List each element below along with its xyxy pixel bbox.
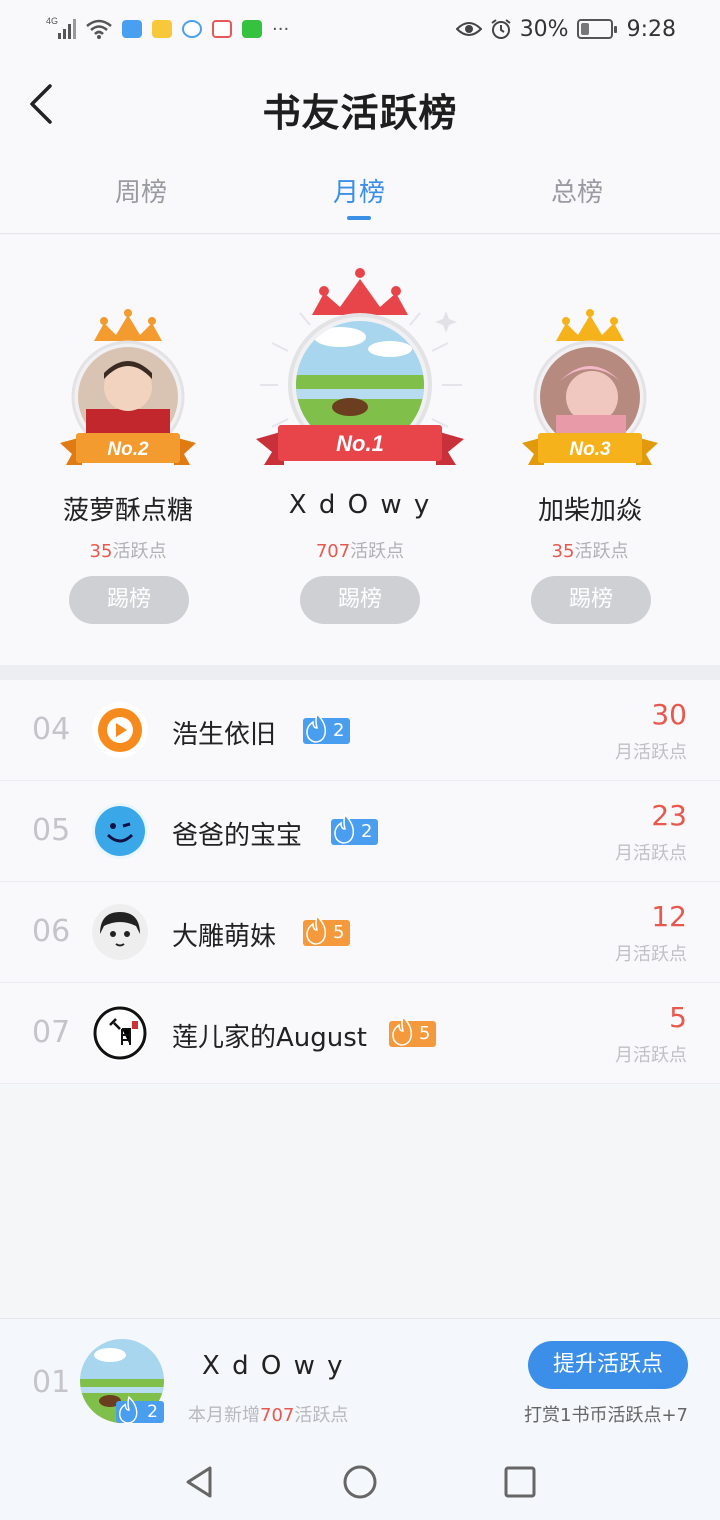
sparkle-icon xyxy=(435,311,457,333)
flame-icon xyxy=(306,914,327,945)
avatar xyxy=(92,702,148,758)
my-monthly-points: 本月新增707活跃点 xyxy=(188,1405,349,1426)
rank-badge-label: No.1 xyxy=(336,431,384,456)
svg-text:4G: 4G xyxy=(46,16,58,26)
activity-score: 12 xyxy=(651,900,687,933)
score-label: 月活跃点 xyxy=(615,742,687,763)
more-notifications-icon: ··· xyxy=(272,18,290,40)
crown-avatar-frame-first: No.1 xyxy=(256,268,464,465)
rank-badge-label: No.3 xyxy=(569,439,611,460)
kick-button-first[interactable]: 踢榜 xyxy=(300,576,420,624)
podium-first: No.1 X d O w y 707活跃点 踢榜 xyxy=(240,235,480,665)
rank-number: 04 xyxy=(32,712,71,747)
podium-name: 加柴加焱 xyxy=(537,496,642,526)
podium-third: No.3 加柴加焱 35活跃点 踢榜 xyxy=(470,235,710,665)
ranking-row[interactable]: 07 莲儿家的August 5 5 月活跃点 xyxy=(0,983,720,1084)
iqiyi-app-icon xyxy=(242,20,262,38)
activity-score: 30 xyxy=(651,698,687,731)
user-name: 爸爸的宝宝 xyxy=(172,821,303,851)
browser-app-icon xyxy=(182,20,202,38)
avatar xyxy=(92,1005,148,1061)
page-title: 书友活跃榜 xyxy=(262,90,458,135)
square-recents-icon xyxy=(504,1466,536,1498)
user-name: 莲儿家的August xyxy=(172,1023,367,1053)
crown-avatar-frame-second: No.2 xyxy=(60,309,196,465)
my-level-badge: 2 xyxy=(116,1395,164,1424)
rank-number: 06 xyxy=(32,914,71,949)
my-rank-bar: 01 2 X d O w y 本月新增707活跃点 提升活跃点 打赏1书币活跃点… xyxy=(0,1318,720,1440)
podium-name: 菠萝酥点糖 xyxy=(62,496,193,526)
battery-icon xyxy=(576,19,617,39)
app-notification-icon xyxy=(122,20,142,38)
kick-button-second[interactable]: 踢榜 xyxy=(69,576,189,624)
podium-name: X d O w y xyxy=(288,490,432,520)
podium-points: 707活跃点 xyxy=(315,541,405,562)
level-badge: 5 xyxy=(389,1015,437,1047)
user-name: 大雕萌妹 xyxy=(172,922,277,952)
rank-badge-label: No.2 xyxy=(107,439,149,460)
period-tabs: 周榜 月榜 总榜 xyxy=(0,150,720,234)
score-label: 月活跃点 xyxy=(615,944,687,965)
tab-monthly[interactable]: 月榜 xyxy=(289,172,429,209)
status-bar: 4G ··· 30% 9:28 xyxy=(0,0,720,58)
ranking-row[interactable]: 04 浩生依旧 2 30 月活跃点 xyxy=(0,680,720,781)
podium-second: No.2 菠萝酥点糖 35活跃点 踢榜 xyxy=(8,235,248,665)
activity-score: 23 xyxy=(651,799,687,832)
wifi-icon xyxy=(86,18,112,40)
level-badge: 2 xyxy=(331,813,379,845)
active-tab-indicator xyxy=(347,216,371,220)
battery-percent: 30% xyxy=(519,16,569,42)
baidu-app-icon xyxy=(212,20,232,38)
tab-total[interactable]: 总榜 xyxy=(507,172,647,209)
avatar xyxy=(92,803,148,859)
level-badge: 2 xyxy=(303,712,351,744)
flame-icon xyxy=(392,1015,413,1046)
crown-icon xyxy=(94,309,162,341)
podium-points: 35活跃点 xyxy=(551,541,629,562)
triangle-back-icon xyxy=(186,1466,212,1498)
podium-points: 35活跃点 xyxy=(89,541,167,562)
ranking-row[interactable]: 06 大雕萌妹 5 12 月活跃点 xyxy=(0,882,720,983)
boost-activity-button[interactable]: 提升活跃点 xyxy=(528,1341,688,1389)
section-divider xyxy=(0,665,720,680)
rank-number: 05 xyxy=(32,813,71,848)
system-nav-bar xyxy=(0,1440,720,1520)
avatar xyxy=(92,904,148,960)
crown-icon xyxy=(556,309,624,341)
video-app-icon xyxy=(152,20,172,38)
clock: 9:28 xyxy=(626,16,676,42)
crown-icon xyxy=(312,268,408,315)
user-name: 浩生依旧 xyxy=(172,720,277,750)
kick-button-third[interactable]: 踢榜 xyxy=(531,576,651,624)
top-three-podium: No.2 菠萝酥点糖 35活跃点 踢榜 No.1 X d O w y 707活跃… xyxy=(0,235,720,665)
reward-hint: 打赏1书币活跃点+7 xyxy=(524,1405,688,1426)
my-rank-number: 01 xyxy=(32,1365,71,1400)
level-badge: 5 xyxy=(303,914,351,946)
nav-recents-button[interactable] xyxy=(500,1462,540,1502)
nav-home-button[interactable] xyxy=(340,1462,380,1502)
ranking-list: 04 浩生依旧 2 30 月活跃点 05 爸爸的宝宝 2 23 月活跃点 06 … xyxy=(0,680,720,1084)
score-label: 月活跃点 xyxy=(615,1045,687,1066)
signal-icon: 4G xyxy=(46,15,76,44)
rank-number: 07 xyxy=(32,1015,71,1050)
my-name: X d O w y xyxy=(202,1351,345,1381)
flame-icon xyxy=(119,1395,138,1424)
app-header: 书友活跃榜 xyxy=(0,58,720,150)
alarm-icon xyxy=(490,18,512,40)
tab-weekly[interactable]: 周榜 xyxy=(71,172,211,209)
ranking-row[interactable]: 05 爸爸的宝宝 2 23 月活跃点 xyxy=(0,781,720,882)
eye-icon xyxy=(455,20,482,38)
score-label: 月活跃点 xyxy=(615,843,687,864)
crown-avatar-frame-third: No.3 xyxy=(522,309,658,465)
nav-back-button[interactable] xyxy=(180,1462,220,1502)
circle-home-icon xyxy=(343,1465,377,1499)
flame-icon xyxy=(334,813,355,844)
activity-score: 5 xyxy=(669,1001,687,1034)
flame-icon xyxy=(306,712,327,743)
